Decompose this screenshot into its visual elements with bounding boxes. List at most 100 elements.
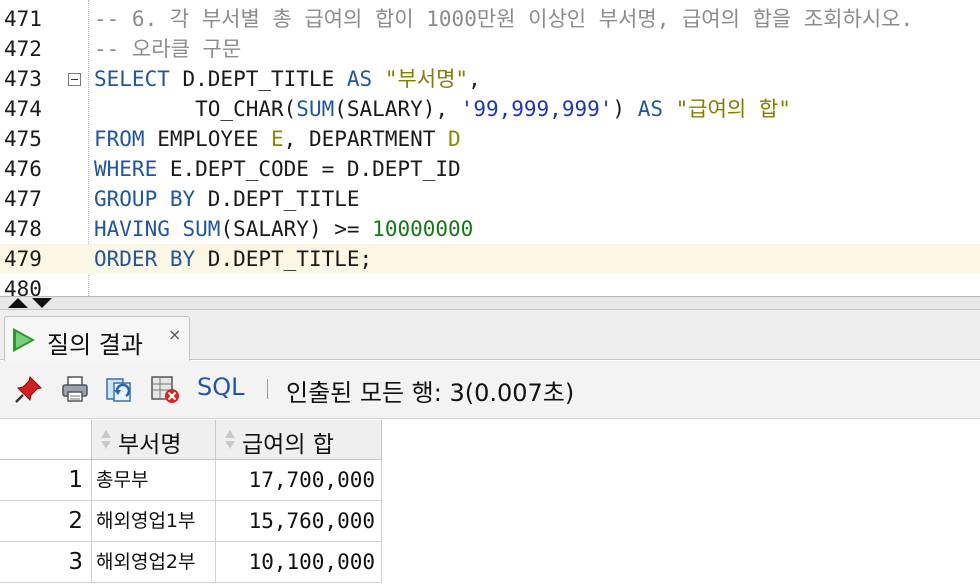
line-number: 479	[4, 247, 42, 271]
code-token: ,	[468, 67, 481, 91]
code-token: "부서명"	[384, 67, 469, 91]
results-toolbar: SQL 인출된 모든 행: 3(0.007초)	[0, 361, 980, 419]
code-text: SELECT D.DEPT_TITLE AS "부서명",	[94, 64, 481, 94]
code-token: SUM	[182, 217, 221, 241]
code-token: E	[271, 127, 284, 151]
code-token: '99,999,999'	[460, 97, 613, 121]
code-line[interactable]: 478 HAVING SUM(SALARY) >= 10000000	[0, 214, 980, 244]
code-text: -- 오라클 구문	[94, 34, 241, 64]
run-result-icon	[13, 328, 35, 352]
line-number: 474	[4, 97, 42, 121]
code-token: D	[448, 127, 461, 151]
code-token: D.DEPT_TITLE	[195, 187, 360, 211]
code-token: -- 오라클 구문	[94, 37, 242, 61]
cell-salary-sum[interactable]: 10,100,000	[216, 542, 382, 583]
code-text: ORDER BY D.DEPT_TITLE;	[94, 244, 372, 274]
editor-results-splitter[interactable]	[0, 296, 980, 310]
code-line[interactable]: 475 FROM EMPLOYEE E, DEPARTMENT D	[0, 124, 980, 154]
code-token: AS	[637, 97, 663, 121]
code-token: HAVING	[94, 217, 170, 241]
code-text: HAVING SUM(SALARY) >= 10000000	[94, 214, 473, 244]
column-header-label: 급여의 합	[242, 432, 334, 458]
tab-close-icon[interactable]: ×	[168, 325, 181, 344]
code-text: FROM EMPLOYEE E, DEPARTMENT D	[94, 124, 461, 154]
code-token: -- 6. 각 부서별 총 급여의 합이 1000만원 이상인 부서명, 급여의…	[94, 7, 914, 31]
row-number[interactable]: 2	[0, 501, 92, 542]
code-token: , DEPARTMENT	[283, 127, 449, 151]
results-tabbar: 질의 결과 ×	[0, 310, 980, 361]
grid-header: 부서명 급여의 합	[0, 420, 382, 460]
code-line[interactable]: 476 WHERE E.DEPT_CODE = D.DEPT_ID	[0, 154, 980, 184]
sort-icon[interactable]	[100, 430, 112, 450]
line-number: 477	[4, 187, 42, 211]
code-token: TO_CHAR(	[94, 97, 297, 121]
code-token: EMPLOYEE	[144, 127, 272, 151]
cell-dept-title[interactable]: 해외영업2부	[92, 542, 216, 583]
code-token: WHERE	[94, 157, 158, 181]
code-token: (SALARY),	[334, 97, 461, 121]
line-number: 478	[4, 217, 42, 241]
code-text: GROUP BY D.DEPT_TITLE	[94, 184, 360, 214]
code-token: ORDER BY	[94, 247, 196, 271]
code-token: E.DEPT_CODE = D.DEPT_ID	[157, 157, 461, 181]
result-grid[interactable]: 부서명 급여의 합 1 총무부 17,700,000 2 해외영업1부 15,7…	[0, 420, 980, 584]
code-token: (SALARY) >=	[220, 217, 373, 241]
tab-query-result-label: 질의 결과	[47, 331, 143, 359]
row-number[interactable]: 1	[0, 460, 92, 501]
sql-button[interactable]: SQL	[197, 373, 245, 401]
code-line[interactable]: 480	[0, 274, 980, 296]
code-token: SUM	[296, 97, 335, 121]
code-token: D.DEPT_TITLE;	[195, 247, 373, 271]
column-header-salary-sum[interactable]: 급여의 합	[216, 420, 382, 460]
line-number: 475	[4, 127, 42, 151]
code-token: "급여의 합"	[675, 97, 791, 121]
sort-icon[interactable]	[224, 430, 236, 450]
code-text: -- 6. 각 부서별 총 급여의 합이 1000만원 이상인 부서명, 급여의…	[94, 4, 913, 34]
pin-icon[interactable]	[14, 374, 44, 404]
table-row[interactable]: 3 해외영업2부 10,100,000	[0, 542, 382, 583]
cell-salary-sum[interactable]: 17,700,000	[216, 460, 382, 501]
code-token: D.DEPT_TITLE	[169, 67, 347, 91]
code-line[interactable]: 472 -- 오라클 구문	[0, 34, 980, 64]
collapse-up-icon[interactable]	[8, 298, 28, 308]
cell-dept-title[interactable]: 총무부	[92, 460, 216, 501]
fetch-status-text: 인출된 모든 행: 3(0.007초)	[286, 379, 575, 407]
column-header-label: 부서명	[118, 432, 182, 458]
code-line[interactable]: 479 ORDER BY D.DEPT_TITLE;	[0, 244, 980, 274]
line-number: 471	[4, 7, 42, 31]
code-line[interactable]: 477 GROUP BY D.DEPT_TITLE	[0, 184, 980, 214]
code-text: TO_CHAR(SUM(SALARY), '99,999,999') AS "급…	[94, 94, 791, 124]
code-token: )	[612, 97, 638, 121]
column-header-dept-title[interactable]: 부서명	[92, 420, 216, 460]
table-row[interactable]: 1 총무부 17,700,000	[0, 460, 382, 501]
line-number: 472	[4, 37, 42, 61]
code-line[interactable]: 473 SELECT D.DEPT_TITLE AS "부서명",	[0, 64, 980, 94]
clear-export-icon[interactable]	[150, 374, 180, 404]
code-token: 10000000	[372, 217, 474, 241]
code-token: AS	[346, 67, 373, 91]
tab-query-result[interactable]: 질의 결과 ×	[4, 316, 190, 361]
print-icon[interactable]	[60, 374, 90, 404]
line-number: 473	[4, 67, 42, 91]
refresh-icon[interactable]	[104, 374, 134, 404]
toolbar-separator	[267, 379, 268, 399]
row-number-header[interactable]	[0, 420, 92, 460]
code-token: GROUP BY	[94, 187, 196, 211]
code-line[interactable]: 471 -- 6. 각 부서별 총 급여의 합이 1000만원 이상인 부서명, …	[0, 4, 980, 34]
fold-collapse-icon[interactable]	[68, 73, 81, 86]
code-token: FROM	[94, 127, 145, 151]
table-row[interactable]: 2 해외영업1부 15,760,000	[0, 501, 382, 542]
sql-editor[interactable]: 471 -- 6. 각 부서별 총 급여의 합이 1000만원 이상인 부서명, …	[0, 0, 980, 296]
code-line[interactable]: 474 TO_CHAR(SUM(SALARY), '99,999,999') A…	[0, 94, 980, 124]
cell-salary-sum[interactable]: 15,760,000	[216, 501, 382, 542]
cell-dept-title[interactable]: 해외영업1부	[92, 501, 216, 542]
line-number: 476	[4, 157, 42, 181]
code-text: WHERE E.DEPT_CODE = D.DEPT_ID	[94, 154, 461, 184]
row-number[interactable]: 3	[0, 542, 92, 583]
collapse-down-icon[interactable]	[32, 298, 52, 308]
line-number: 480	[4, 277, 42, 296]
code-token: SELECT	[94, 67, 170, 91]
